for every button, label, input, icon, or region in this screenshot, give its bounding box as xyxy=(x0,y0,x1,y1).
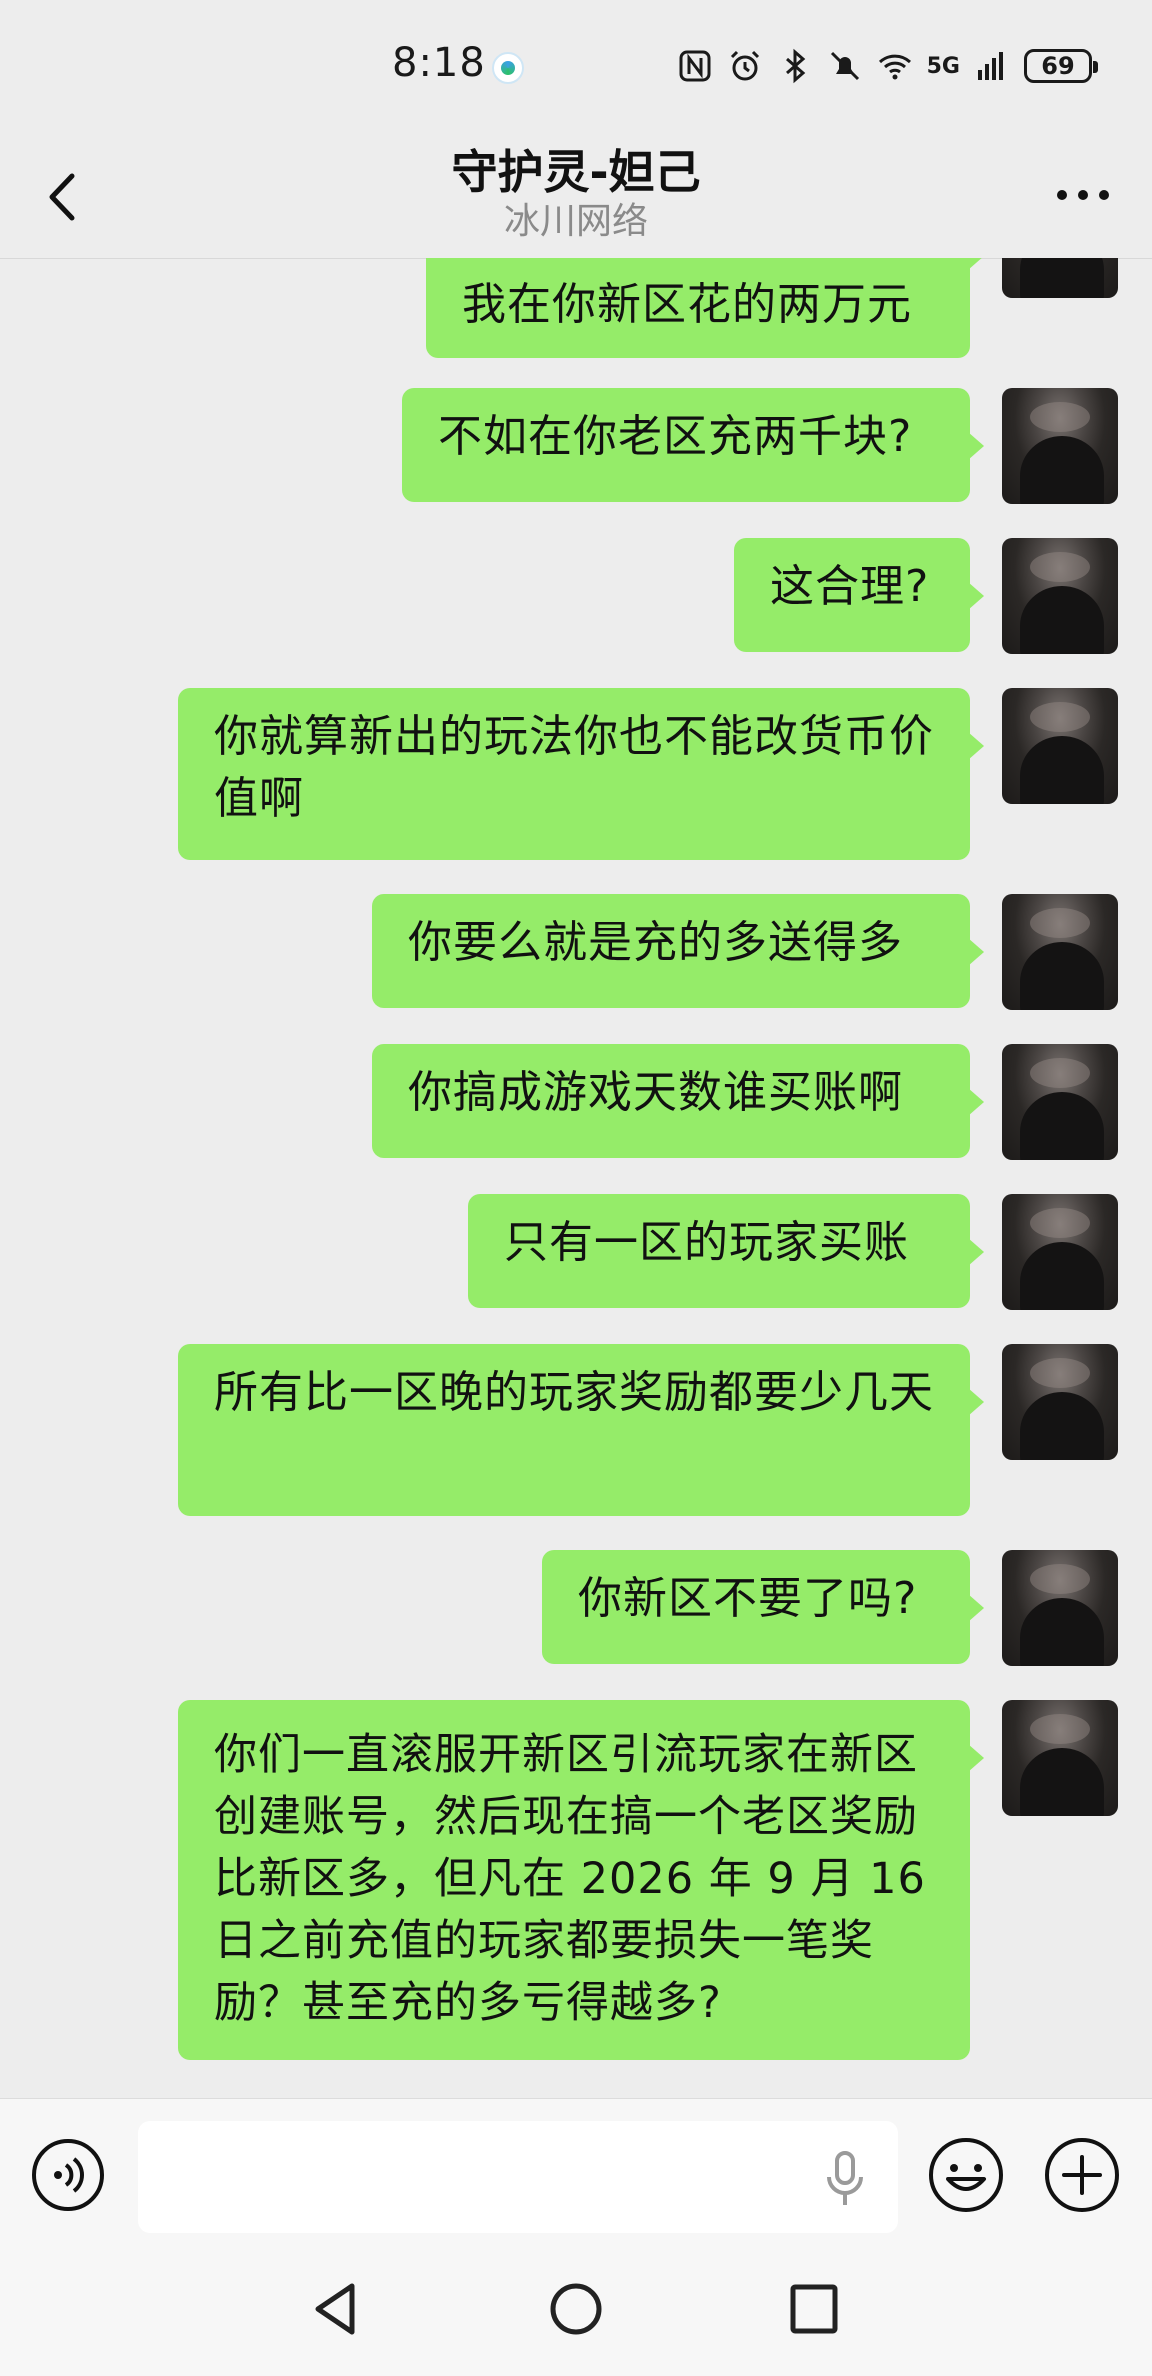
avatar[interactable] xyxy=(1002,538,1118,654)
avatar[interactable] xyxy=(1002,388,1118,504)
nav-home-icon[interactable] xyxy=(546,2276,606,2342)
wifi-icon xyxy=(878,54,911,80)
message-bubble[interactable]: 只有一区的玩家买账 xyxy=(468,1194,984,1308)
more-icon[interactable] xyxy=(1048,170,1118,220)
nav-back-icon[interactable] xyxy=(306,2276,366,2342)
battery-icon: 69 xyxy=(1024,49,1098,83)
avatar[interactable] xyxy=(1002,258,1118,298)
emoji-icon[interactable] xyxy=(926,2135,1006,2215)
system-nav-bar xyxy=(0,2248,1152,2376)
message-bubble[interactable]: 我在你新区花的两万元 xyxy=(426,258,984,358)
message-bubble[interactable]: 你搞成游戏天数谁买账啊 xyxy=(372,1044,984,1158)
message-bubble[interactable]: 你新区不要了吗? xyxy=(542,1550,984,1664)
message-input[interactable] xyxy=(138,2121,898,2233)
avatar[interactable] xyxy=(1002,1194,1118,1310)
network-label: 5G xyxy=(926,53,960,79)
bluetooth-icon xyxy=(785,48,805,84)
avatar[interactable] xyxy=(1002,1344,1118,1460)
avatar[interactable] xyxy=(1002,1550,1118,1666)
status-time: 8:18 xyxy=(392,40,486,86)
message-bubble[interactable]: 你就算新出的玩法你也不能改货币价值啊 xyxy=(178,688,984,860)
message-bubble[interactable]: 你们一直滚服开新区引流玩家在新区创建账号，然后现在搞一个老区奖励比新区多，但凡在… xyxy=(178,1700,984,2060)
message-list[interactable]: 我在你新区花的两万元 不如在你老区充两千块? 这合理? 你就算新出的玩法你也不能… xyxy=(0,258,1152,2098)
chat-header: 守护灵-妲己 冰川网络 xyxy=(0,134,1152,259)
status-bar: 8:18 5G 69 xyxy=(0,0,1152,134)
avatar[interactable] xyxy=(1002,1044,1118,1160)
nav-recent-icon[interactable] xyxy=(784,2278,844,2340)
chat-subtitle: 冰川网络 xyxy=(503,201,648,242)
nfc-icon xyxy=(679,50,711,82)
status-icons: 5G 69 xyxy=(677,44,1098,88)
carrier-icon xyxy=(492,52,524,84)
avatar[interactable] xyxy=(1002,1700,1118,1816)
alarm-icon xyxy=(730,50,759,81)
signal-icon xyxy=(978,52,1003,80)
message-bubble[interactable]: 不如在你老区充两千块? xyxy=(402,388,984,502)
avatar[interactable] xyxy=(1002,894,1118,1010)
message-bubble[interactable]: 你要么就是充的多送得多 xyxy=(372,894,984,1008)
message-bubble[interactable]: 这合理? xyxy=(734,538,984,652)
plus-icon[interactable] xyxy=(1042,2135,1122,2215)
input-bar xyxy=(0,2098,1152,2249)
voice-icon[interactable] xyxy=(30,2137,106,2213)
message-bubble[interactable]: 所有比一区晚的玩家奖励都要少几天 xyxy=(178,1344,984,1516)
mute-icon xyxy=(830,51,859,81)
avatar[interactable] xyxy=(1002,688,1118,804)
microphone-icon[interactable] xyxy=(822,2149,868,2209)
